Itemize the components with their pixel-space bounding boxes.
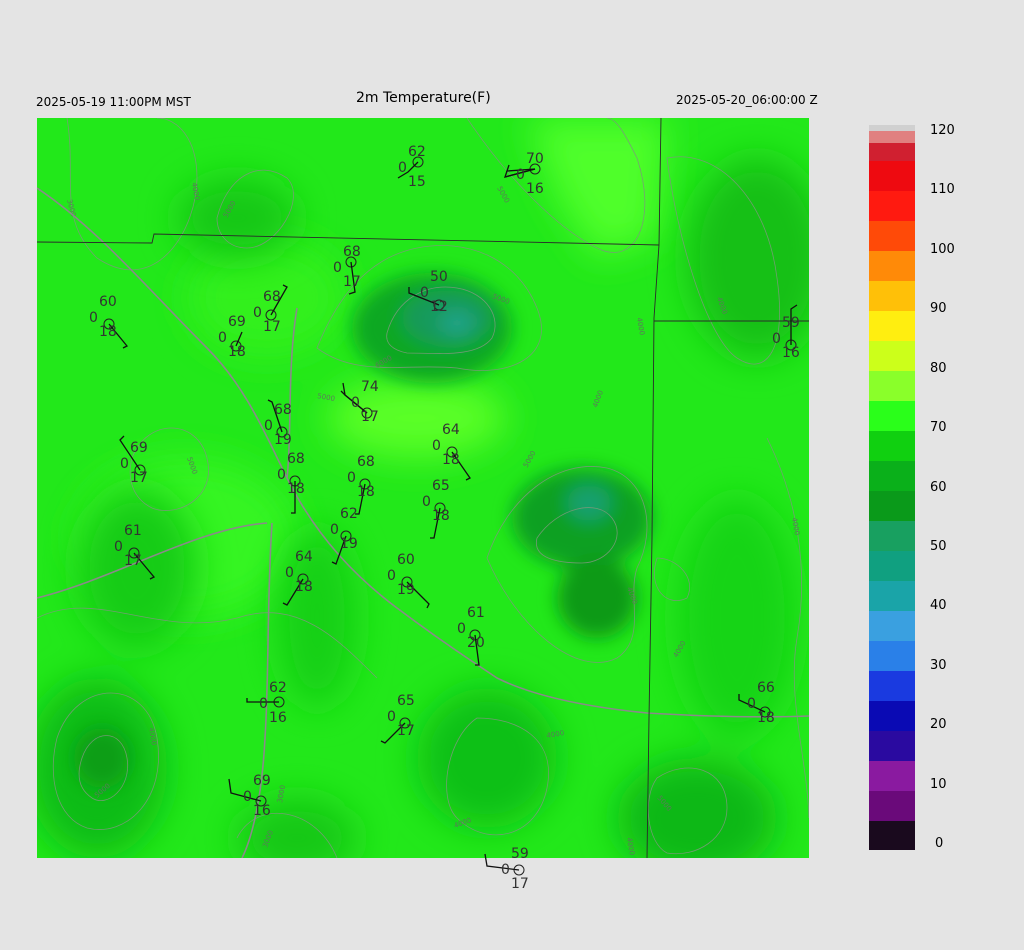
color-scale-tick-label: 120 <box>930 123 955 138</box>
color-scale-segment <box>869 280 915 312</box>
color-scale-segment <box>869 125 915 132</box>
color-scale-segment <box>869 490 915 521</box>
dewpoint-value: 0 <box>501 862 510 878</box>
temperature-map: 3000 4000 5000 5000 6000 5000 5000 5000 … <box>37 118 809 858</box>
color-scale-segment <box>869 310 915 342</box>
color-scale-tick-label: 10 <box>930 776 947 792</box>
color-scale-tick-label: 50 <box>930 538 947 554</box>
color-scale-segment <box>869 640 915 671</box>
color-scale-segment <box>869 130 915 144</box>
color-scale-tick-label: 100 <box>930 241 955 257</box>
color-scale-segment <box>869 520 915 551</box>
color-scale-segment <box>869 550 915 581</box>
color-scale-tick-label: 30 <box>930 657 947 673</box>
color-scale-segment <box>869 760 915 791</box>
color-scale-bar <box>869 125 915 851</box>
color-scale-segment <box>869 400 915 432</box>
color-scale-segment <box>869 370 915 402</box>
color-scale-tick-label: 0 <box>935 836 944 851</box>
local-time-label: 2025-05-19 11:00PM MST <box>36 95 191 109</box>
color-scale-tick-label: 90 <box>930 301 947 317</box>
color-scale-segment <box>869 790 915 821</box>
station-circle <box>513 864 525 876</box>
color-scale-segment <box>869 610 915 641</box>
map-title: 2m Temperature(F) <box>356 90 491 106</box>
color-scale-segment <box>869 340 915 372</box>
color-scale-tick-label: 20 <box>930 717 947 733</box>
valid-time-label: 2025-05-20_06:00:00 Z <box>676 93 818 107</box>
color-scale-tick-label: 70 <box>930 420 947 436</box>
visibility-value: 17 <box>511 876 529 892</box>
color-scale-segment <box>869 142 915 162</box>
color-scale-tick-label: 80 <box>930 360 947 376</box>
color-scale-segment <box>869 820 915 851</box>
color-scale-tick-label: 60 <box>930 479 947 495</box>
temperature-field: 3000 4000 5000 5000 6000 5000 5000 5000 … <box>37 118 809 858</box>
color-scale-segment <box>869 160 915 192</box>
color-scale-segment <box>869 700 915 731</box>
color-scale-segment <box>869 190 915 222</box>
color-scale-segment <box>869 250 915 282</box>
color-scale-segment <box>869 580 915 611</box>
color-scale-tick-label: 40 <box>930 598 947 614</box>
color-scale-segment <box>869 430 915 462</box>
color-scale-segment <box>869 220 915 252</box>
color-scale-segment <box>869 460 915 491</box>
color-scale-tick-label: 110 <box>930 182 955 198</box>
color-scale-segment <box>869 730 915 761</box>
color-scale-segment <box>869 670 915 701</box>
